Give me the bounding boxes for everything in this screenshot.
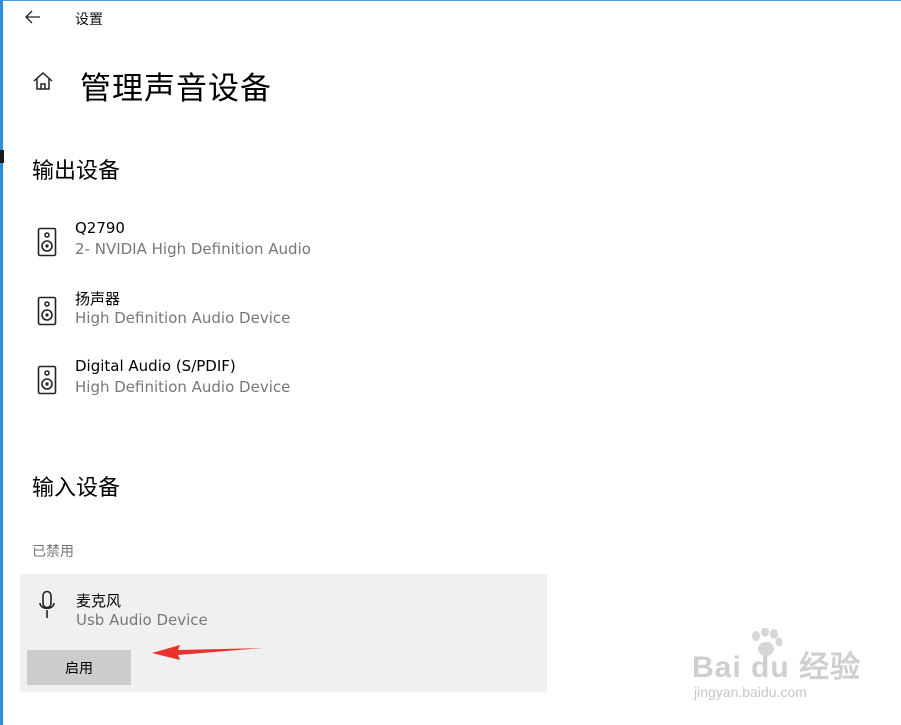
speaker-icon (34, 295, 60, 327)
window-left-border (0, 0, 3, 725)
output-device-speaker[interactable]: 扬声器 High Definition Audio Device (30, 288, 550, 336)
arrow-left-icon (25, 9, 41, 28)
annotation-arrow (152, 645, 263, 660)
back-button[interactable] (18, 4, 48, 32)
watermark-url: jingyan.baidu.com (694, 684, 807, 700)
speaker-icon (34, 364, 60, 396)
input-device-microphone[interactable]: 麦克风 Usb Audio Device 启用 (20, 574, 547, 692)
device-name: Digital Audio (S/PDIF) (75, 357, 236, 375)
device-subtitle: Usb Audio Device (76, 611, 208, 629)
watermark: Bai du 经验 jingyan.baidu.com (690, 627, 862, 708)
device-name: 扬声器 (75, 290, 121, 308)
home-button[interactable] (30, 70, 56, 96)
page-title: 管理声音设备 (80, 71, 272, 107)
microphone-icon (36, 589, 58, 621)
device-subtitle: High Definition Audio Device (75, 378, 291, 396)
window-edge-marker (0, 150, 4, 163)
output-devices-heading: 输出设备 (32, 159, 121, 184)
speaker-icon (34, 226, 60, 258)
device-subtitle: High Definition Audio Device (75, 309, 291, 327)
output-device-digital-audio[interactable]: Digital Audio (S/PDIF) High Definition A… (30, 357, 550, 405)
output-device-q2790[interactable]: Q2790 2- NVIDIA High Definition Audio (30, 219, 550, 267)
enable-button[interactable]: 启用 (27, 650, 131, 685)
device-subtitle: 2- NVIDIA High Definition Audio (75, 240, 311, 258)
home-icon (32, 70, 54, 96)
window-title: 设置 (75, 12, 103, 28)
device-name: Q2790 (75, 219, 125, 237)
input-devices-heading: 输入设备 (32, 476, 121, 501)
device-name: 麦克风 (76, 592, 122, 610)
title-bar: 设置 (0, 0, 901, 38)
watermark-logo-text: Bai du 经验 (692, 651, 862, 684)
disabled-status-label: 已禁用 (32, 544, 74, 560)
